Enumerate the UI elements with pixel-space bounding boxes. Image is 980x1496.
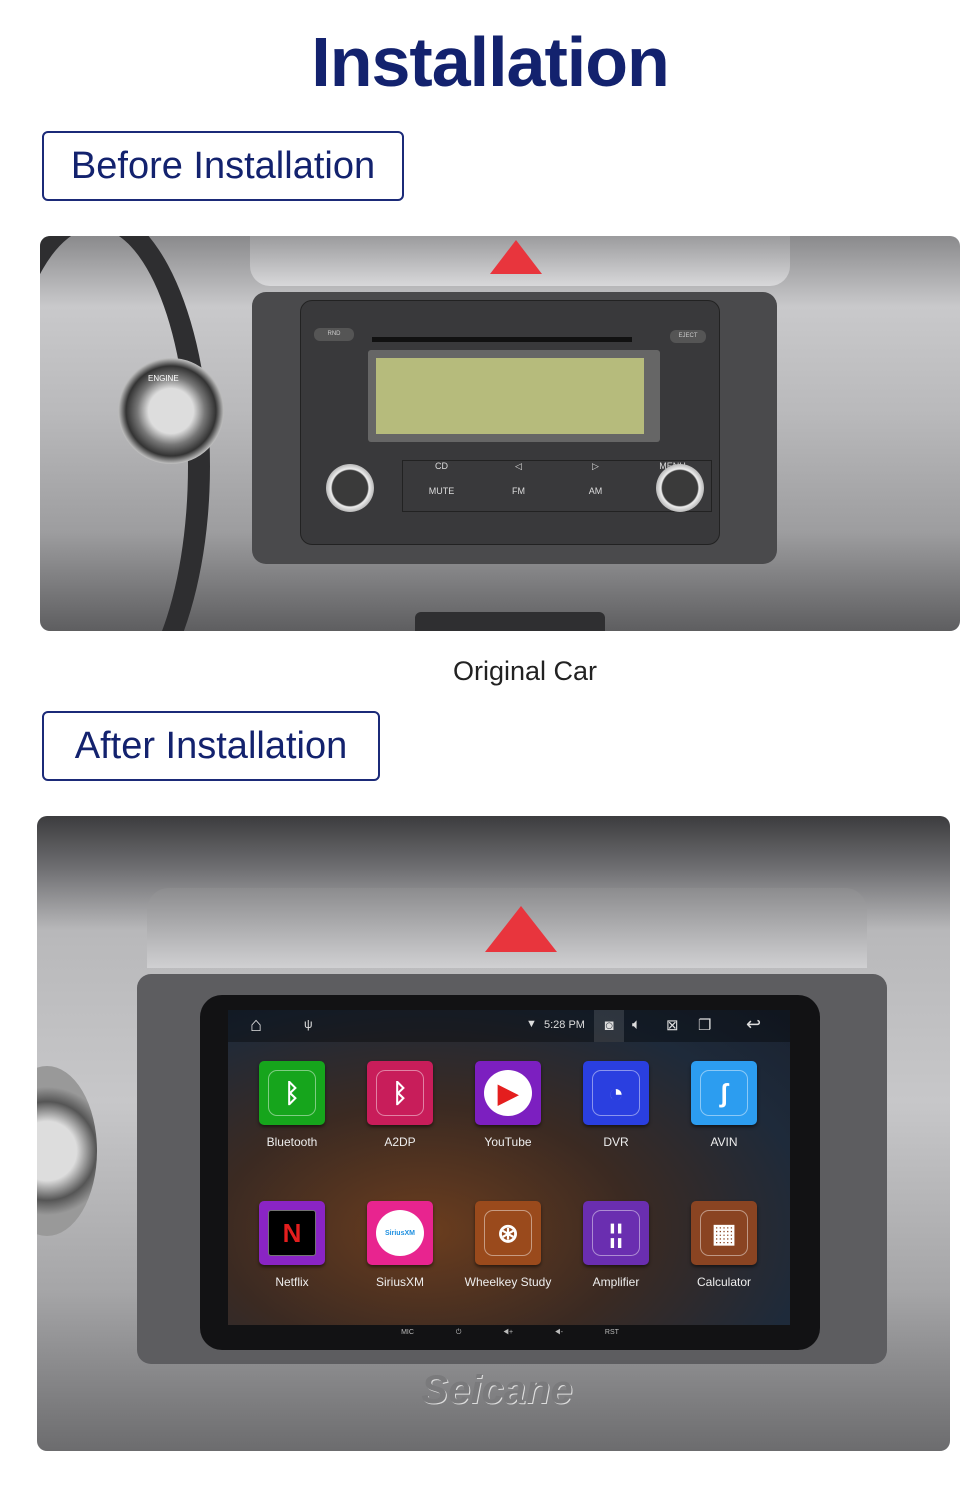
app-label: AVIN — [710, 1135, 738, 1149]
power-button[interactable]: ⏻ — [456, 1329, 462, 1336]
app-label: DVR — [603, 1135, 629, 1149]
original-car-photo: ENGINE RND EJECT CD ◁ ▷ MENU MUTE FM AM … — [40, 236, 960, 631]
bluetooth-audio-icon: ᛒ — [376, 1070, 424, 1116]
app-youtube[interactable]: ▶ — [475, 1061, 541, 1125]
page-title: Installation — [311, 23, 669, 101]
recent-apps-icon[interactable]: ❐ — [698, 1016, 711, 1034]
mute-button: MUTE — [428, 486, 455, 496]
original-car-caption: Original Car — [452, 656, 598, 686]
hazard-button — [490, 240, 542, 274]
netflix-icon: N — [268, 1210, 316, 1256]
youtube-icon: ▶ — [484, 1070, 532, 1116]
app-label: SiriusXM — [375, 1275, 424, 1289]
bezel-buttons: MIC ⏻ ◀+ ◀- RST — [200, 1329, 820, 1337]
tune-knob — [656, 464, 704, 512]
seek-forward-button: ▷ — [592, 461, 599, 471]
equalizer-icon: ¦¦ — [592, 1210, 640, 1256]
wifi-icon: ▼ — [526, 1018, 537, 1030]
volume-icon[interactable]: 🔈︎ — [632, 1016, 641, 1033]
app-calculator[interactable]: ▦ — [691, 1201, 757, 1265]
app-label: Amplifier — [592, 1275, 640, 1289]
android-home-screen: ⌂ ψ ▼ 5:28 PM ◙ 🔈︎ ⊠ ❐ ↩ ᛒ Bluetooth ᛒ A2DP… — [228, 1010, 790, 1325]
home-icon[interactable]: ⌂ — [250, 1014, 262, 1037]
camera-icon[interactable]: ◙ — [594, 1010, 624, 1042]
app-dvr[interactable]: ◔ — [583, 1061, 649, 1125]
app-label: YouTube — [484, 1135, 532, 1149]
seek-back-button: ◁ — [515, 461, 522, 471]
mic-label: MIC — [401, 1329, 414, 1336]
installed-unit-photo: ⌂ ψ ▼ 5:28 PM ◙ 🔈︎ ⊠ ❐ ↩ ᛒ Bluetooth ᛒ A2DP… — [37, 816, 950, 1451]
app-bluetooth[interactable]: ᛒ — [259, 1061, 325, 1125]
cd-slot — [372, 337, 632, 342]
app-netflix[interactable]: N — [259, 1201, 325, 1265]
reset-button[interactable]: RST — [605, 1329, 619, 1336]
am-button: AM — [588, 486, 603, 496]
app-label: Wheelkey Study — [464, 1275, 552, 1289]
engine-start-button: ENGINE — [118, 358, 224, 464]
close-window-icon[interactable]: ⊠ — [666, 1016, 679, 1034]
radio-bezel: RND EJECT CD ◁ ▷ MENU MUTE FM AM AS — [252, 292, 777, 564]
bluetooth-icon: ᛒ — [268, 1070, 316, 1116]
volume-down-button[interactable]: ◀- — [555, 1329, 563, 1336]
head-unit-bezel: ⌂ ψ ▼ 5:28 PM ◙ 🔈︎ ⊠ ❐ ↩ ᛒ Bluetooth ᛒ A2DP… — [200, 995, 820, 1350]
app-siriusxm[interactable]: SiriusXM — [367, 1201, 433, 1265]
before-installation-heading: Before Installation — [42, 131, 404, 201]
lcd-display — [376, 358, 644, 434]
volume-up-button[interactable]: ◀+ — [503, 1329, 513, 1336]
calculator-icon: ▦ — [700, 1210, 748, 1256]
back-icon[interactable]: ↩ — [746, 1014, 761, 1035]
app-label: Calculator — [696, 1275, 752, 1289]
cd-button: CD — [435, 461, 448, 471]
clock: 5:28 PM — [544, 1019, 585, 1031]
after-installation-heading: After Installation — [42, 711, 380, 781]
app-amplifier[interactable]: ¦¦ — [583, 1201, 649, 1265]
avin-plug-icon: ʃ — [700, 1070, 748, 1116]
steering-wheel-icon: ⊛ — [484, 1210, 532, 1256]
siriusxm-icon: SiriusXM — [376, 1210, 424, 1256]
dvr-gauge-icon: ◔ — [592, 1070, 640, 1116]
app-a2dp[interactable]: ᛒ — [367, 1061, 433, 1125]
volume-knob — [326, 464, 374, 512]
app-label: Netflix — [275, 1275, 309, 1289]
usb-icon: ψ — [304, 1017, 313, 1031]
status-bar: ⌂ ψ ▼ 5:28 PM ◙ 🔈︎ ⊠ ❐ ↩ — [228, 1010, 790, 1042]
app-wheelkey-study[interactable]: ⊛ — [475, 1201, 541, 1265]
fm-button: FM — [512, 486, 525, 496]
app-avin[interactable]: ʃ — [691, 1061, 757, 1125]
hazard-button — [485, 906, 557, 952]
app-label: A2DP — [384, 1135, 416, 1149]
seicane-logo: Seicane — [421, 1368, 573, 1412]
app-label: Bluetooth — [266, 1135, 318, 1149]
